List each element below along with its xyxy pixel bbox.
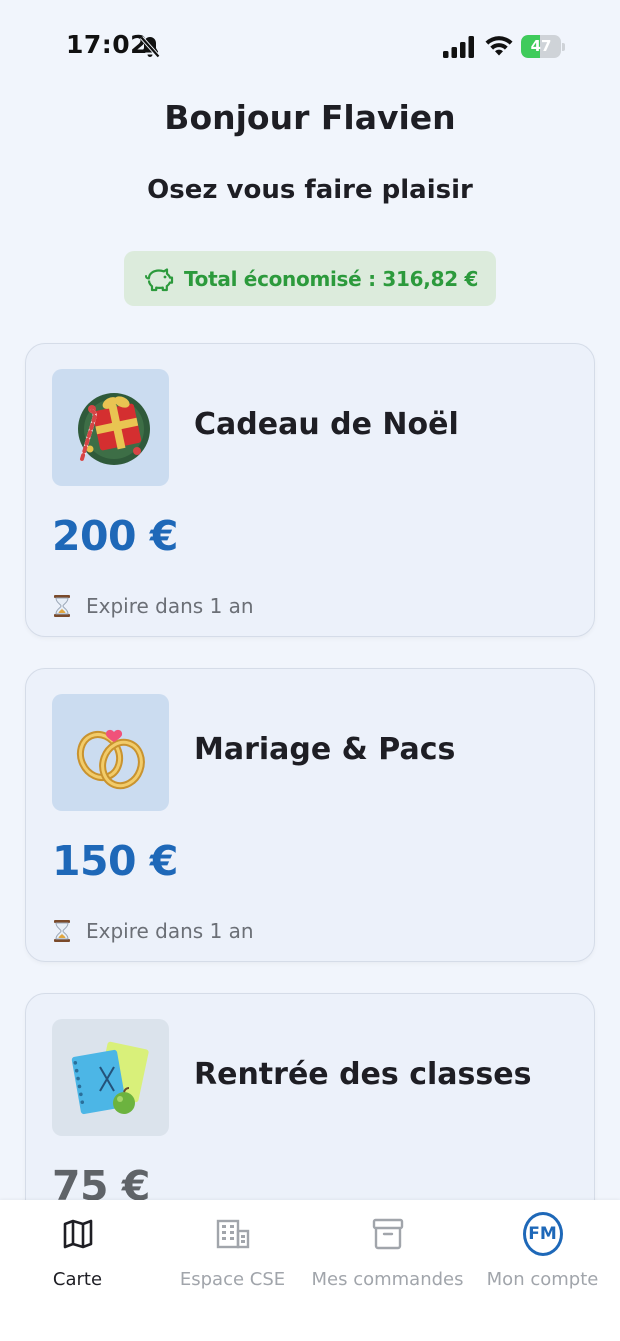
card-amount: 150 € <box>52 837 178 885</box>
nav-item-mon-compte[interactable]: FM Mon compte <box>465 1212 620 1304</box>
voucher-card-noel[interactable]: Cadeau de Noël 200 € Expire dans 1 an <box>25 343 595 637</box>
nav-label: Mes commandes <box>311 1269 464 1290</box>
card-expiry: Expire dans 1 an <box>52 594 254 618</box>
savings-badge: Total économisé : 316,82 € <box>124 251 496 306</box>
piggy-bank-icon <box>145 267 174 291</box>
nav-item-mes-commandes[interactable]: Mes commandes <box>310 1214 465 1304</box>
hourglass-icon <box>54 920 70 942</box>
voucher-card-mariage[interactable]: Mariage & Pacs 150 € Expire dans 1 an <box>25 668 595 962</box>
greeting-title: Bonjour Flavien <box>164 98 456 137</box>
card-amount: 200 € <box>52 512 178 560</box>
christmas-gift-image <box>52 369 169 486</box>
nav-label: Espace CSE <box>179 1269 286 1290</box>
building-icon <box>216 1219 249 1249</box>
subtitle: Osez vous faire plaisir <box>147 175 473 205</box>
hourglass-icon <box>54 595 70 617</box>
app-screen: 17:02 47 Bonjour Flavien Osez vous faire… <box>0 0 620 1341</box>
nav-item-carte[interactable]: Carte <box>0 1214 155 1304</box>
card-expiry: Expire dans 1 an <box>52 919 254 943</box>
bottom-nav: Carte Espace CSE Mes commandes FM Mon co… <box>0 1200 620 1341</box>
expire-text: Expire dans 1 an <box>86 919 254 943</box>
savings-total: Total économisé : 316,82 € <box>184 266 479 291</box>
expire-text: Expire dans 1 an <box>86 594 254 618</box>
nav-label: Mon compte <box>486 1269 599 1290</box>
battery-percent: 47 <box>530 37 552 55</box>
bell-off-icon <box>140 36 160 58</box>
card-title: Cadeau de Noël <box>194 407 459 442</box>
status-time: 17:02 <box>66 30 149 59</box>
card-title: Rentrée des classes <box>194 1057 532 1092</box>
card-title: Mariage & Pacs <box>194 732 456 767</box>
signal-icon <box>443 36 474 58</box>
school-notebooks-image <box>52 1019 169 1136</box>
nav-item-espace-cse[interactable]: Espace CSE <box>155 1214 310 1304</box>
archive-box-icon <box>372 1218 403 1250</box>
battery-icon: 47 <box>521 35 565 58</box>
wedding-rings-image <box>52 694 169 811</box>
avatar: FM <box>522 1212 563 1256</box>
wifi-icon <box>485 36 513 56</box>
status-bar: 17:02 47 <box>0 0 620 96</box>
nav-label: Carte <box>52 1269 103 1290</box>
map-icon <box>63 1219 92 1249</box>
